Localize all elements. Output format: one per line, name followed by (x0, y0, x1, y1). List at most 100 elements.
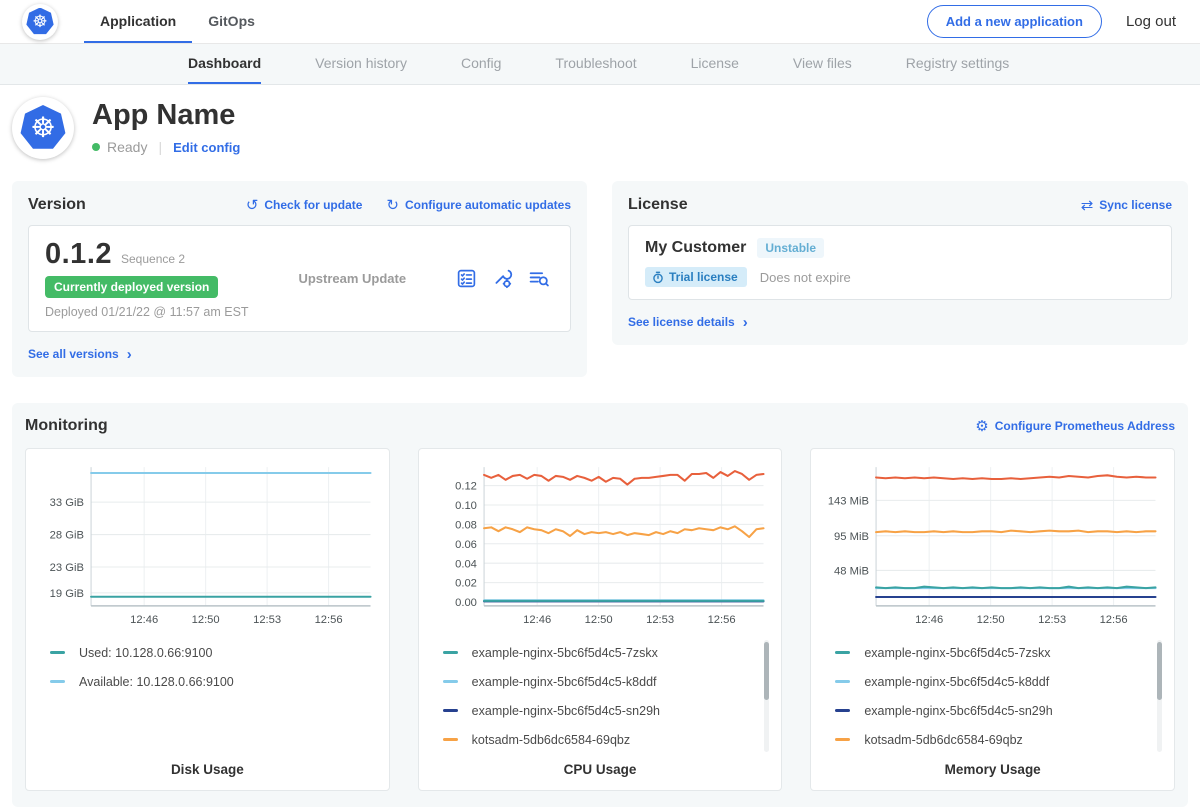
legend-label: kotsadm-5db6dc6584-69qbz (472, 733, 630, 747)
svg-text:12:46: 12:46 (130, 614, 158, 626)
svg-text:0.12: 0.12 (455, 481, 477, 493)
legend-color-dash (50, 651, 65, 654)
summary-cards-row: Version ↺ Check for update ↻ Configure a… (0, 175, 1200, 377)
stopwatch-icon (652, 271, 664, 284)
customer-name: My Customer (645, 239, 746, 257)
legend-label: example-nginx-5bc6f5d4c5-k8ddf (864, 675, 1049, 689)
legend-color-dash (443, 680, 458, 683)
memory-usage-legend: example-nginx-5bc6f5d4c5-7zskx example-ng… (835, 638, 1164, 756)
kubernetes-wheel-icon: ☸ (26, 8, 54, 36)
tab-license[interactable]: License (691, 44, 739, 84)
svg-text:0.00: 0.00 (455, 597, 477, 609)
currently-deployed-badge: Currently deployed version (45, 276, 218, 298)
chart-title-disk-usage: Disk Usage (36, 762, 379, 777)
license-summary-box: My Customer Unstable Trial license Does … (628, 225, 1172, 300)
svg-text:12:50: 12:50 (977, 614, 1005, 626)
refresh-icon: ↺ (246, 198, 259, 213)
svg-text:0.10: 0.10 (455, 500, 477, 512)
legend-color-dash (443, 738, 458, 741)
license-card: License ⇄ Sync license My Customer Unsta… (612, 181, 1188, 345)
chevron-right-icon: › (127, 346, 132, 363)
legend-label: example-nginx-5bc6f5d4c5-7zskx (864, 646, 1050, 660)
legend-color-dash (443, 709, 458, 712)
legend-item: Available: 10.128.0.66:9100 (50, 667, 379, 696)
legend-color-dash (50, 680, 65, 683)
legend-item: example-nginx-5bc6f5d4c5-k8ddf (835, 667, 1164, 696)
svg-text:0.08: 0.08 (455, 519, 477, 531)
svg-text:19 GiB: 19 GiB (50, 588, 84, 600)
app-logo: ☸ (12, 97, 74, 159)
legend-label: Available: 10.128.0.66:9100 (79, 675, 234, 689)
check-for-update-link[interactable]: ↺ Check for update (246, 198, 363, 213)
svg-text:23 GiB: 23 GiB (50, 562, 84, 574)
top-nav: ☸ ApplicationGitOps Add a new applicatio… (0, 0, 1200, 44)
edit-config-link[interactable]: Edit config (173, 140, 240, 155)
legend-item: example-nginx-5bc6f5d4c5-sn29h (443, 696, 772, 725)
deploy-logs-icon[interactable] (528, 268, 550, 289)
gear-icon: ⚙ (975, 419, 988, 434)
legend-label: example-nginx-5bc6f5d4c5-sn29h (472, 704, 660, 718)
version-card-title: Version (28, 196, 86, 214)
legend-item: Used: 10.128.0.66:9100 (50, 638, 379, 667)
chart-card-memory-usage: 12:4612:5012:5312:56143 MiB95 MiB48 MiBe… (810, 448, 1175, 791)
legend-item: example-nginx-5bc6f5d4c5-7zskx (443, 638, 772, 667)
add-new-application-button[interactable]: Add a new application (927, 5, 1102, 38)
disk-usage-plot: 12:4612:5012:5312:5633 GiB28 GiB23 GiB19… (36, 459, 379, 632)
svg-text:33 GiB: 33 GiB (50, 497, 84, 509)
legend-color-dash (835, 709, 850, 712)
topnav-tab-gitops[interactable]: GitOps (192, 0, 271, 43)
svg-text:12:50: 12:50 (192, 614, 220, 626)
sync-arrows-icon: ⇄ (1081, 198, 1094, 213)
deployed-timestamp: Deployed 01/21/22 @ 11:57 am EST (45, 305, 249, 319)
tab-view-files[interactable]: View files (793, 44, 852, 84)
svg-text:95 MiB: 95 MiB (834, 531, 869, 543)
monitoring-panel: Monitoring ⚙ Configure Prometheus Addres… (12, 403, 1188, 807)
clock-refresh-icon: ↻ (386, 198, 399, 213)
svg-text:0.02: 0.02 (455, 578, 477, 590)
configure-prometheus-link[interactable]: ⚙ Configure Prometheus Address (975, 419, 1175, 434)
legend-item: example-nginx-5bc6f5d4c5-7zskx (835, 638, 1164, 667)
topnav-tab-application[interactable]: Application (84, 0, 192, 43)
channel-badge: Unstable (757, 238, 824, 258)
tab-version-history[interactable]: Version history (315, 44, 407, 84)
preflight-checks-icon[interactable] (456, 268, 477, 289)
configure-automatic-updates-link[interactable]: ↻ Configure automatic updates (386, 198, 571, 213)
sync-license-link[interactable]: ⇄ Sync license (1081, 198, 1172, 213)
page-title: App Name (92, 99, 240, 132)
legend-label: example-nginx-5bc6f5d4c5-7zskx (472, 646, 658, 660)
svg-text:12:56: 12:56 (315, 614, 343, 626)
svg-text:143 MiB: 143 MiB (828, 495, 869, 507)
legend-label: example-nginx-5bc6f5d4c5-k8ddf (472, 675, 657, 689)
divider: | (158, 139, 162, 155)
svg-text:12:46: 12:46 (915, 614, 943, 626)
tab-troubleshoot[interactable]: Troubleshoot (555, 44, 636, 84)
legend-label: Used: 10.128.0.66:9100 (79, 646, 212, 660)
legend-color-dash (835, 651, 850, 654)
legend-scrollbar-thumb[interactable] (1157, 642, 1162, 700)
svg-text:28 GiB: 28 GiB (50, 530, 84, 542)
monitoring-title: Monitoring (25, 417, 108, 435)
see-all-versions-link[interactable]: See all versions › (28, 346, 132, 363)
legend-item: kotsadm-5db6dc6584-69qbz (443, 725, 772, 754)
legend-color-dash (443, 651, 458, 654)
chart-title-cpu-usage: CPU Usage (429, 762, 772, 777)
chevron-right-icon: › (743, 314, 748, 331)
svg-text:12:46: 12:46 (523, 614, 551, 626)
tab-registry-settings[interactable]: Registry settings (906, 44, 1009, 84)
see-license-details-link[interactable]: See license details › (628, 314, 748, 331)
config-wrench-icon[interactable] (492, 268, 513, 289)
app-sub-nav: Dashboard Version history Config Troublesho… (0, 44, 1200, 85)
chart-title-memory-usage: Memory Usage (821, 762, 1164, 777)
svg-text:0.04: 0.04 (455, 558, 477, 570)
kubernetes-wheel-icon: ☸ (20, 105, 66, 151)
ready-status-dot (92, 143, 100, 151)
tab-dashboard[interactable]: Dashboard (188, 44, 261, 84)
legend-item: kotsadm-5db6dc6584-69qbz (835, 725, 1164, 754)
legend-item: example-nginx-5bc6f5d4c5-sn29h (835, 696, 1164, 725)
legend-scrollbar-thumb[interactable] (764, 642, 769, 700)
version-number: 0.1.2 (45, 238, 112, 271)
logout-button[interactable]: Log out (1126, 13, 1176, 30)
license-card-title: License (628, 196, 688, 214)
tab-config[interactable]: Config (461, 44, 501, 84)
legend-item: example-nginx-5bc6f5d4c5-k8ddf (443, 667, 772, 696)
